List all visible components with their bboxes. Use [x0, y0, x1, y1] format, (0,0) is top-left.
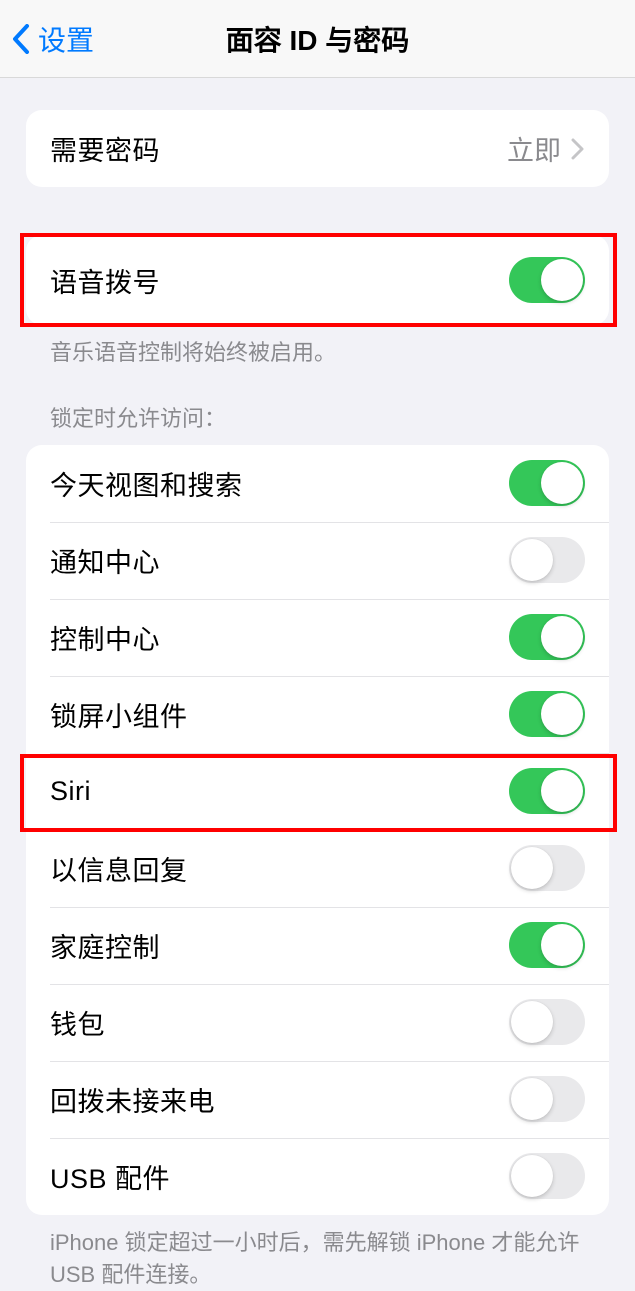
lock-access-toggle[interactable]	[509, 1153, 585, 1199]
voice-dial-label: 语音拨号	[50, 261, 160, 300]
lock-access-toggle[interactable]	[509, 1076, 585, 1122]
lock-access-label: 回拨未接来电	[50, 1080, 215, 1119]
lock-access-cell: USB 配件	[26, 1138, 609, 1215]
lock-access-label: 钱包	[50, 1003, 105, 1042]
lock-access-toggle[interactable]	[509, 460, 585, 506]
lock-access-label: 控制中心	[50, 618, 160, 657]
voice-dial-footer: 音乐语音控制将始终被启用。	[0, 325, 635, 369]
lock-access-label: Siri	[50, 776, 91, 807]
lock-access-group: 今天视图和搜索通知中心控制中心锁屏小组件 Siri 以信息回复家庭控制钱包回拨未接来…	[26, 445, 609, 1215]
lock-access-label: 通知中心	[50, 541, 160, 580]
chevron-left-icon	[12, 24, 30, 54]
lock-access-cell: Siri	[26, 753, 609, 830]
lock-access-label: 今天视图和搜索	[50, 464, 243, 503]
lock-access-cell: 控制中心	[26, 599, 609, 676]
lock-access-toggle[interactable]	[509, 691, 585, 737]
lock-access-cell: 钱包	[26, 984, 609, 1061]
lock-access-cell: 通知中心	[26, 522, 609, 599]
lock-access-toggle[interactable]	[509, 845, 585, 891]
lock-access-cell: 家庭控制	[26, 907, 609, 984]
lock-access-cell: 回拨未接来电	[26, 1061, 609, 1138]
lock-access-label: 家庭控制	[50, 926, 160, 965]
lock-access-toggle[interactable]	[509, 614, 585, 660]
lock-access-toggle[interactable]	[509, 537, 585, 583]
lock-access-cell: 今天视图和搜索	[26, 445, 609, 522]
lock-access-label: 锁屏小组件	[50, 695, 188, 734]
voice-dial-toggle[interactable]	[509, 257, 585, 303]
lock-access-toggle[interactable]	[509, 999, 585, 1045]
lock-access-cell: 以信息回复	[26, 830, 609, 907]
voice-dial-cell: 语音拨号	[26, 235, 609, 325]
lock-access-label: USB 配件	[50, 1157, 170, 1196]
back-button[interactable]: 设置	[0, 19, 94, 59]
chevron-right-icon	[571, 138, 585, 160]
lock-access-cell: 锁屏小组件	[26, 676, 609, 753]
require-passcode-label: 需要密码	[50, 129, 160, 168]
require-passcode-value: 立即	[507, 129, 561, 168]
page-title: 面容 ID 与密码	[0, 19, 635, 59]
lock-access-label: 以信息回复	[50, 849, 188, 888]
back-label: 设置	[38, 19, 94, 59]
navigation-bar: 设置 面容 ID 与密码	[0, 0, 635, 78]
require-passcode-cell[interactable]: 需要密码 立即	[26, 110, 609, 187]
lock-access-toggle[interactable]	[509, 768, 585, 814]
lock-access-toggle[interactable]	[509, 922, 585, 968]
lock-access-header: 锁定时允许访问：	[0, 401, 635, 445]
require-passcode-group: 需要密码 立即	[26, 110, 609, 187]
voice-dial-group: 语音拨号	[26, 235, 609, 325]
